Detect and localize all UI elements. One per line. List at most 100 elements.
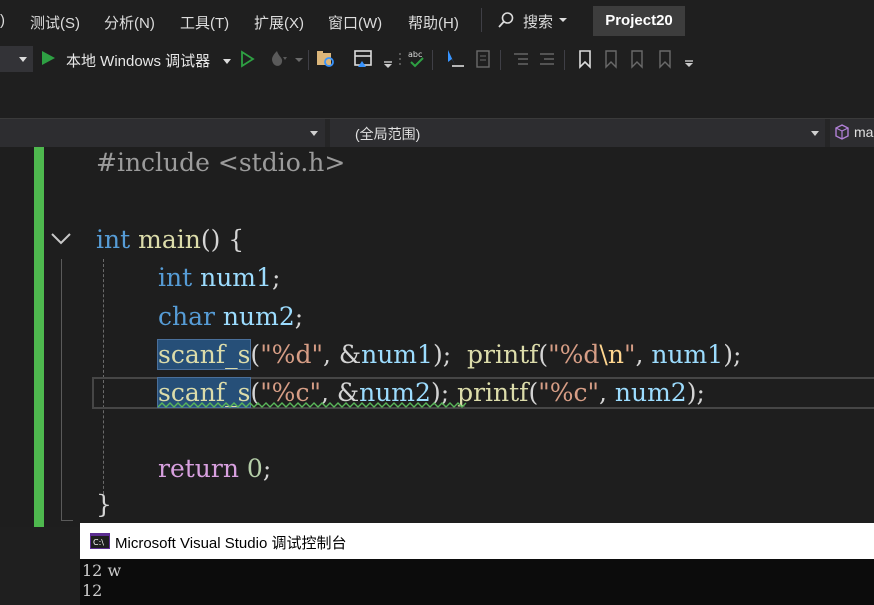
debug-console-window[interactable]: C:\ Microsoft Visual Studio 调试控制台 12 w 1…	[80, 523, 874, 605]
include-header: <stdio.h>	[217, 148, 346, 177]
format-document-icon[interactable]	[472, 48, 494, 70]
format-string: "%d"	[260, 340, 323, 369]
comma: ,	[598, 378, 615, 407]
menu-item-analyze[interactable]: 分析(N)	[104, 12, 155, 33]
code-line-5: char num2;	[158, 301, 303, 333]
code-editor[interactable]: #include <stdio.h> int main() { int num1…	[0, 147, 874, 527]
change-tracking-bar	[34, 147, 44, 527]
code-line-3: int main() {	[96, 224, 244, 256]
chevron-down-icon	[811, 131, 819, 136]
address-of: , &	[322, 340, 362, 369]
function-main: main	[138, 225, 201, 254]
chevron-down-icon[interactable]	[223, 59, 231, 64]
debug-target-label: 本地 Windows 调试器	[66, 53, 211, 70]
keyword-int: int	[96, 225, 131, 254]
console-app-icon: C:\	[90, 533, 110, 549]
project-title[interactable]: Project20	[593, 6, 685, 36]
semicolon: ;	[262, 454, 272, 483]
svg-text:abc: abc	[408, 50, 422, 59]
start-without-debugging-icon[interactable]	[236, 48, 258, 70]
navigation-bar: (全局范围) ma	[0, 118, 874, 148]
paren: (	[528, 378, 539, 407]
keyword-char: char	[158, 302, 215, 331]
statement-end: );	[432, 340, 452, 369]
variable-num1: num1	[361, 340, 433, 369]
format-string: "%c"	[538, 378, 599, 407]
code-line-6: scanf_s("%d", &num1); printf("%d\n", num…	[156, 339, 742, 371]
closing-brace: }	[96, 490, 112, 519]
variable-num2: num2	[614, 378, 687, 407]
search-label: 搜索	[523, 14, 554, 31]
spell-check-icon[interactable]: abc	[406, 48, 428, 70]
chevron-down-icon[interactable]	[288, 48, 310, 70]
scope-dropdown[interactable]: (全局范围)	[330, 119, 825, 147]
uncomment-lines-icon[interactable]	[536, 48, 558, 70]
chevron-down-icon[interactable]	[678, 48, 700, 70]
paren: (	[250, 340, 261, 369]
bookmark-icon[interactable]	[574, 48, 596, 70]
chevron-down-icon	[559, 18, 567, 22]
toolbar-divider	[308, 50, 309, 70]
configuration-dropdown[interactable]	[0, 46, 33, 72]
toolbar: 本地 Windows 调试器 abc	[0, 42, 874, 76]
collapse-chevron-icon[interactable]	[50, 231, 72, 247]
console-title: Microsoft Visual Studio 调试控制台	[115, 535, 347, 552]
function-scanf-highlighted: scanf_s	[156, 339, 252, 370]
play-icon	[42, 51, 55, 65]
cube-icon	[835, 124, 849, 140]
code-line-10: }	[96, 489, 112, 521]
project-dropdown[interactable]	[0, 119, 325, 147]
member-dropdown[interactable]: ma	[830, 119, 874, 147]
paren: (	[538, 340, 549, 369]
outline-fold-line	[61, 259, 62, 521]
console-output-line: 12	[82, 581, 103, 600]
previous-bookmark-icon[interactable]	[600, 48, 622, 70]
statement-end: );	[723, 340, 742, 369]
search-icon	[498, 12, 514, 28]
keyword-int: int	[158, 263, 193, 292]
toolbar-divider	[432, 50, 433, 70]
keyword-return: return	[158, 454, 239, 483]
window-layout-icon[interactable]	[352, 48, 374, 70]
menu-item-extensions[interactable]: 扩展(X)	[254, 12, 304, 33]
chevron-down-icon	[310, 131, 318, 136]
warning-squiggle	[158, 402, 467, 408]
code-line-9: return 0;	[158, 453, 271, 485]
format-string: "%d	[548, 340, 600, 369]
toolbar-divider	[564, 50, 565, 70]
clear-bookmarks-icon[interactable]	[654, 48, 676, 70]
chevron-down-icon	[19, 57, 27, 62]
variable-num1: num1	[200, 263, 272, 292]
menu-item-test[interactable]: 测试(S)	[30, 12, 80, 33]
menu-bar: ) 测试(S) 分析(N) 工具(T) 扩展(X) 窗口(W) 帮助(H) 搜索…	[0, 0, 874, 42]
hot-reload-icon[interactable]	[266, 48, 288, 70]
svg-text:C:\: C:\	[93, 538, 104, 547]
statement-end: );	[686, 378, 705, 407]
comma: ,	[635, 340, 652, 369]
main-signature: () {	[200, 225, 245, 254]
code-line-1: #include <stdio.h>	[96, 147, 345, 179]
menu-item-tools[interactable]: 工具(T)	[180, 12, 229, 33]
solution-explorer-icon[interactable]	[314, 48, 336, 70]
step-cursor-icon[interactable]	[444, 48, 466, 70]
console-title-bar[interactable]: C:\ Microsoft Visual Studio 调试控制台	[80, 523, 874, 559]
function-printf: printf	[467, 340, 539, 369]
outline-fold-end	[61, 520, 73, 521]
menu-item-window[interactable]: 窗口(W)	[328, 12, 382, 33]
code-line-4: int num1;	[158, 262, 280, 294]
next-bookmark-icon[interactable]	[626, 48, 648, 70]
escape-sequence: \n	[599, 340, 624, 369]
format-string-end: "	[623, 340, 636, 369]
include-directive: #include	[96, 148, 210, 177]
semicolon: ;	[271, 263, 281, 292]
menu-item-help[interactable]: 帮助(H)	[408, 12, 459, 33]
toolbar-divider	[500, 50, 501, 70]
variable-num2: num2	[222, 302, 295, 331]
menu-item-partial[interactable]: )	[0, 12, 5, 29]
menu-divider	[481, 8, 482, 32]
member-label: ma	[854, 124, 874, 140]
console-output-line: 12 w	[82, 561, 122, 580]
comment-lines-icon[interactable]	[510, 48, 532, 70]
semicolon: ;	[294, 302, 304, 331]
return-value: 0	[246, 454, 263, 483]
